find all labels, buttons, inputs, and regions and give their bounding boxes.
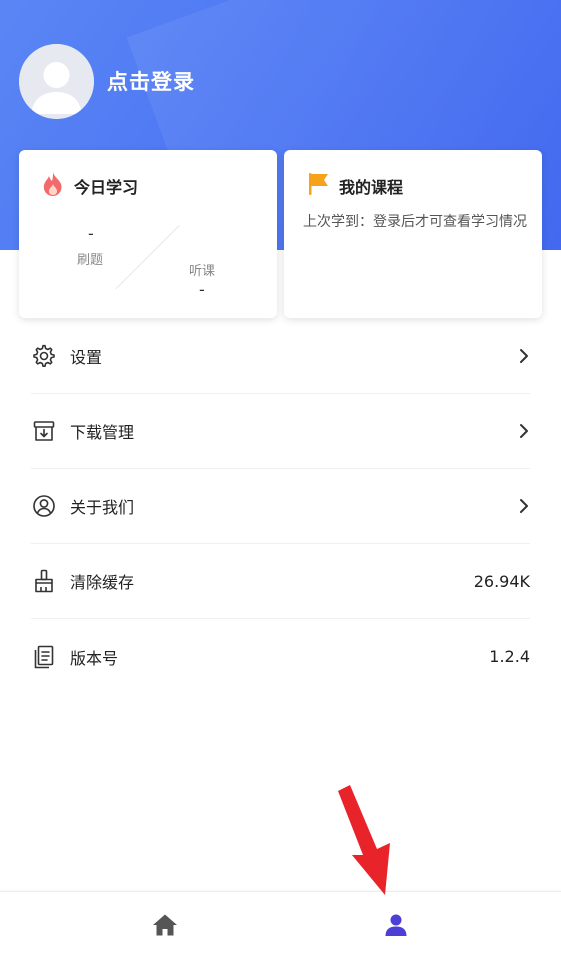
user-circle-icon	[31, 493, 57, 519]
menu-item-version: 版本号 1.2.4	[31, 619, 530, 694]
today-study-title: 今日学习	[74, 178, 139, 197]
avatar-placeholder-icon	[19, 44, 94, 119]
my-course-title: 我的课程	[339, 178, 404, 197]
practice-count: -	[88, 224, 94, 243]
red-arrow-annotation	[338, 785, 390, 895]
today-study-card[interactable]: 今日学习 - 刷题 听课 -	[19, 150, 277, 318]
menu-label-settings: 设置	[70, 348, 103, 367]
chevron-right-icon	[520, 424, 528, 438]
practice-label: 刷题	[77, 253, 104, 268]
flag-icon	[309, 173, 328, 195]
brush-icon	[31, 568, 57, 594]
my-course-card[interactable]: 我的课程 上次学到：登录后才可查看学习情况	[284, 150, 542, 318]
cache-size: 26.94K	[473, 571, 530, 591]
tab-me[interactable]	[356, 892, 436, 956]
download-box-icon	[31, 418, 57, 444]
settings-menu: 设置 下载管理 关于我们 清除缓存 26.94K 版本号 1.2.4	[31, 319, 530, 694]
gear-icon	[31, 343, 57, 369]
user-icon	[385, 914, 407, 936]
menu-item-settings[interactable]: 设置	[31, 319, 530, 394]
menu-item-clear-cache[interactable]: 清除缓存 26.94K	[31, 544, 530, 619]
login-link[interactable]: 点击登录	[107, 66, 195, 96]
bottom-tab-bar	[0, 891, 561, 956]
stat-divider	[115, 225, 180, 290]
listen-count: -	[199, 280, 205, 299]
menu-label-version: 版本号	[70, 648, 119, 668]
menu-label-downloads: 下载管理	[70, 423, 135, 442]
listen-label: 听课	[189, 264, 216, 279]
menu-item-about[interactable]: 关于我们	[31, 469, 530, 544]
tab-home[interactable]	[125, 892, 205, 956]
chevron-right-icon	[520, 349, 528, 363]
home-icon	[153, 914, 177, 935]
chevron-right-icon	[520, 499, 528, 513]
menu-label-about: 关于我们	[70, 498, 135, 517]
flame-icon	[43, 172, 62, 196]
menu-item-downloads[interactable]: 下载管理	[31, 394, 530, 469]
document-icon	[31, 644, 57, 670]
course-progress-text: 上次学到：登录后才可查看学习情况	[303, 214, 527, 230]
avatar[interactable]	[19, 44, 94, 119]
version-number: 1.2.4	[489, 647, 530, 666]
menu-label-clear-cache: 清除缓存	[70, 573, 135, 592]
